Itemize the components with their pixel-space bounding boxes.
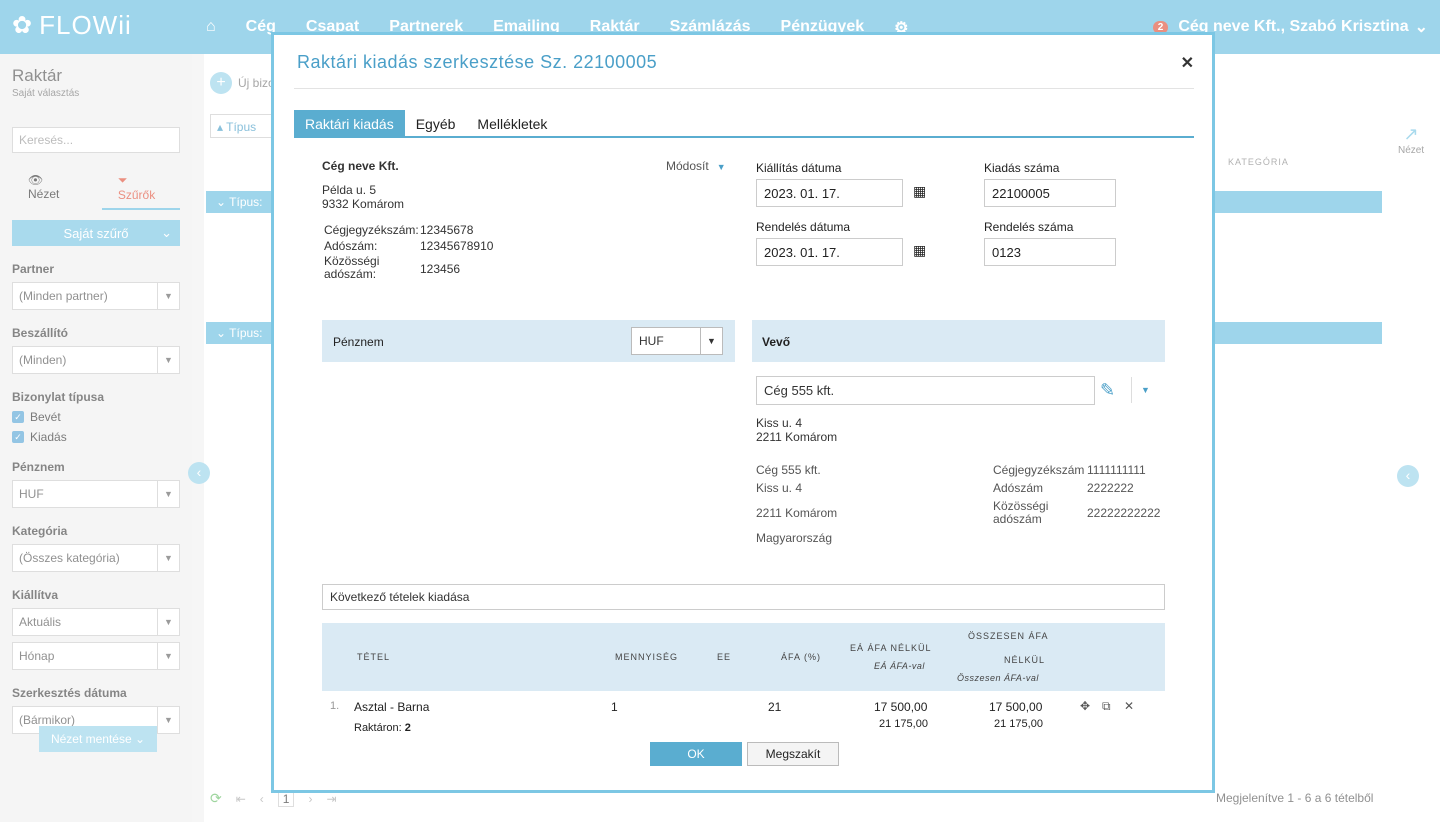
buyer-band: [752, 320, 1165, 362]
buyer-detail-city: 2211 Komárom: [756, 506, 838, 520]
col-unit-net: EÁ ÁFA NÉLKÜL: [850, 643, 932, 653]
col-total-gross: Összesen ÁFA-val: [957, 673, 1039, 683]
row-total-gross: 21 175,00: [994, 718, 1043, 730]
row-total-net: 17 500,00: [989, 700, 1043, 714]
tab-stock-issue[interactable]: Raktári kiadás: [294, 110, 405, 136]
delete-icon[interactable]: ✕: [1124, 699, 1134, 713]
buyer-eu-value: 22222222222: [1087, 506, 1161, 520]
issue-date-input[interactable]: 2023. 01. 17.: [756, 179, 903, 207]
row-index: 1.: [330, 700, 340, 712]
buyer-reg-value: 1111111111: [1087, 463, 1146, 477]
row-stock-label: Raktáron:: [354, 722, 402, 734]
buyer-detail-street: Kiss u. 4: [756, 481, 803, 495]
issuer-eu-label-2: adószám:: [324, 267, 377, 281]
currency-dropdown[interactable]: HUF ▼: [631, 327, 723, 355]
buyer-reg-label: Cégjegyzékszám: [993, 463, 1085, 477]
order-date-input[interactable]: 2023. 01. 17.: [756, 238, 903, 266]
order-number-label: Rendelés száma: [984, 220, 1074, 234]
divider: [294, 88, 1194, 89]
issuer-reg-value: 12345678: [420, 223, 474, 237]
col-total-net-2: NÉLKÜL: [1004, 655, 1046, 665]
issuer-city: 9332 Komárom: [322, 197, 405, 211]
buyer-tax-value: 2222222: [1087, 481, 1134, 495]
tab-attachments[interactable]: Mellékletek: [466, 110, 558, 136]
buyer-address: Kiss u. 4 2211 Komárom: [756, 416, 837, 444]
buyer-detail-country: Magyarország: [756, 531, 833, 545]
row-stock-value: 2: [404, 722, 411, 734]
col-vat: ÁFA (%): [781, 652, 822, 662]
issuer-eu-value: 123456: [420, 262, 461, 276]
dialog-tabs: Raktári kiadás Egyéb Mellékletek: [294, 110, 1194, 138]
issuer-reg-label: Cégjegyzékszám:: [324, 223, 419, 237]
cancel-button[interactable]: Megszakít: [747, 742, 839, 766]
currency-dropdown-value: HUF: [639, 334, 664, 348]
buyer-street: Kiss u. 4: [756, 416, 803, 430]
dialog-title: Raktári kiadás szerkesztése Sz. 22100005: [297, 52, 658, 72]
stock-issue-dialog: Raktári kiadás szerkesztése Sz. 22100005…: [271, 32, 1215, 793]
edit-issuer-label: Módosít: [666, 159, 709, 173]
col-qty: MENNYISÉG: [615, 652, 679, 662]
row-vat[interactable]: 21: [768, 700, 781, 714]
currency-band-label: Pénznem: [333, 335, 384, 349]
notes-textarea[interactable]: Következő tételek kiadása: [322, 584, 1165, 610]
caret-down-icon: ▼: [700, 328, 722, 354]
buyer-detail-name: Cég 555 kft.: [756, 463, 821, 477]
calendar-icon[interactable]: ▦: [913, 242, 926, 259]
calendar-icon[interactable]: ▦: [913, 183, 926, 200]
row-stock: Raktáron: 2: [354, 722, 411, 734]
caret-down-icon: ▼: [716, 162, 726, 172]
tab-other[interactable]: Egyéb: [405, 110, 467, 136]
col-total-net-1: ÖSSZESEN ÁFA: [968, 631, 1049, 641]
issuer-eu-label: Közösségi adószám:: [324, 255, 379, 281]
issuer-name: Cég neve Kft.: [322, 159, 399, 173]
issue-date-label: Kiállítás dátuma: [756, 161, 842, 175]
col-item: TÉTEL: [357, 652, 391, 662]
issuer-tax-label: Adószám:: [324, 239, 378, 253]
issuer-address: Példa u. 5 9332 Komárom: [322, 183, 404, 211]
col-unit-gross: EÁ ÁFA-val: [874, 661, 925, 671]
buyer-city: 2211 Komárom: [756, 430, 838, 444]
row-qty[interactable]: 1: [611, 700, 618, 714]
buyer-eu-label: Közösségi adószám: [993, 500, 1048, 526]
buyer-input[interactable]: Cég 555 kft.: [756, 376, 1095, 405]
buyer-band-label: Vevő: [762, 335, 791, 349]
buyer-tax-label: Adószám: [993, 481, 1044, 495]
col-unit: EE: [717, 652, 732, 662]
copy-icon[interactable]: ⧉: [1102, 699, 1111, 714]
doc-number-input[interactable]: 22100005: [984, 179, 1116, 207]
caret-down-icon[interactable]: ▼: [1131, 377, 1159, 403]
issuer-street: Példa u. 5: [322, 183, 377, 197]
row-item-name[interactable]: Asztal - Barna: [354, 700, 429, 714]
row-unit-net[interactable]: 17 500,00: [874, 700, 927, 714]
order-date-label: Rendelés dátuma: [756, 220, 851, 234]
issuer-tax-value: 12345678910: [420, 239, 494, 253]
edit-issuer-button[interactable]: Módosít ▼: [666, 159, 726, 173]
close-icon[interactable]: ✕: [1181, 53, 1194, 73]
order-number-input[interactable]: 0123: [984, 238, 1116, 266]
ok-button[interactable]: OK: [650, 742, 742, 766]
move-icon[interactable]: ✥: [1080, 699, 1090, 713]
buyer-eu-label-2: adószám: [993, 512, 1042, 526]
doc-number-label: Kiadás száma: [984, 161, 1060, 175]
row-unit-gross: 21 175,00: [879, 718, 928, 730]
pencil-icon[interactable]: ✎: [1100, 380, 1115, 401]
